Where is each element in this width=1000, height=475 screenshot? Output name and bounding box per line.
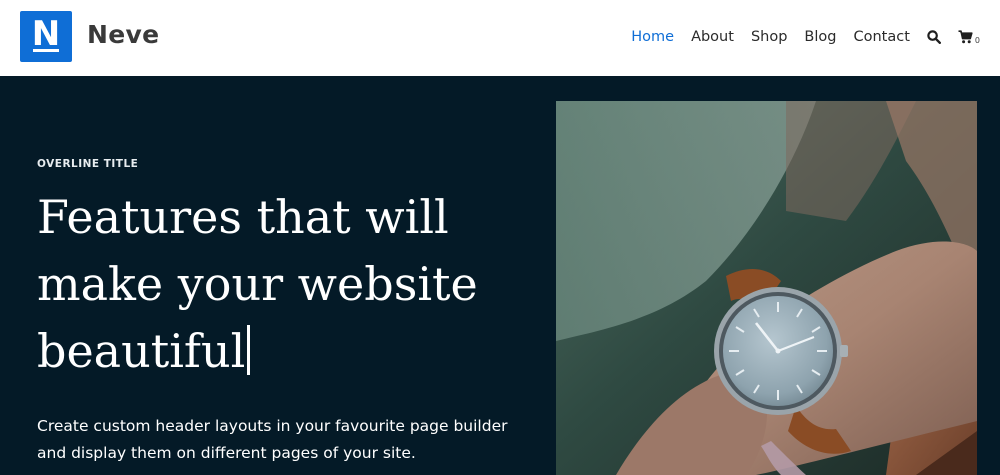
headline-line-1: Features that will	[37, 190, 449, 244]
headline-line-3: beautiful	[37, 324, 246, 378]
search-icon[interactable]	[927, 30, 941, 44]
typing-cursor	[247, 325, 251, 375]
description-line-2: and display them on different pages of y…	[37, 444, 416, 462]
headline-line-2: make your website	[37, 257, 478, 311]
logo-letter: N	[31, 13, 61, 54]
site-title[interactable]: Neve	[87, 20, 159, 49]
wristwatch-photo	[556, 101, 977, 475]
primary-nav: Home About Shop Blog Contact 0	[614, 27, 980, 47]
cart-count: 0	[974, 35, 980, 45]
site-header: N Neve Home About Shop Blog Contact 0	[0, 0, 1000, 76]
nav-item-shop[interactable]: Shop	[751, 29, 787, 45]
nav-item-contact[interactable]: Contact	[853, 29, 909, 45]
hero-section: OVERLINE TITLE Features that will make y…	[0, 76, 1000, 475]
nav-item-about[interactable]: About	[691, 29, 734, 45]
description-line-1: Create custom header layouts in your fav…	[37, 417, 508, 435]
overline-title: OVERLINE TITLE	[37, 158, 139, 170]
hero-description: Create custom header layouts in your fav…	[37, 413, 537, 467]
logo-icon[interactable]: N	[20, 11, 72, 62]
nav-item-home[interactable]: Home	[631, 29, 674, 45]
hero-headline: Features that will make your website bea…	[37, 184, 537, 385]
logo-underline	[33, 49, 59, 52]
nav-item-blog[interactable]: Blog	[804, 29, 836, 45]
cart-icon[interactable]: 0	[958, 30, 980, 45]
